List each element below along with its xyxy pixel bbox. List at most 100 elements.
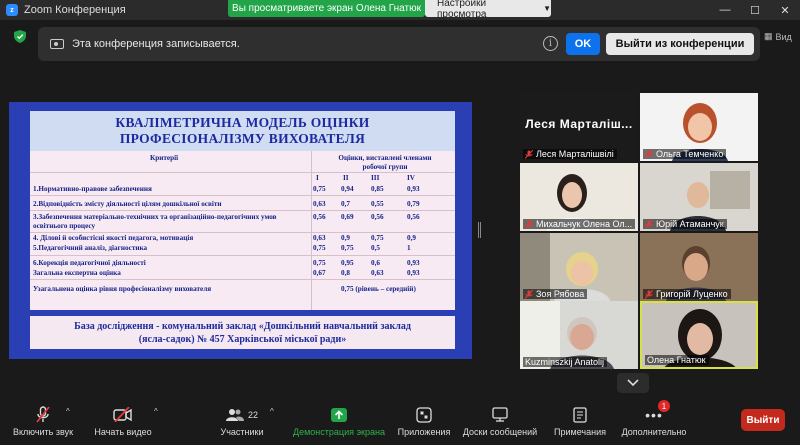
mic-muted-icon	[645, 289, 653, 299]
recording-icon	[50, 39, 64, 49]
score-cell: 0,8	[341, 269, 350, 277]
participants-icon	[225, 408, 244, 421]
panel-resize-handle[interactable]	[478, 222, 481, 238]
info-icon[interactable]: i	[543, 36, 558, 51]
view-settings-label: Настройки просмотра	[437, 0, 487, 20]
shared-screen: КВАЛІМЕТРИЧНА МОДЕЛЬ ОЦІНКИ ПРОФЕСІОНАЛІ…	[9, 102, 472, 359]
ok-button[interactable]: OK	[566, 33, 600, 55]
participant-tile[interactable]: Ольга Темченко	[640, 93, 758, 161]
participant-name-tag: Михальчук Олена Ол...	[523, 219, 636, 229]
participant-tile-active-speaker[interactable]: Олена Гнатюк	[640, 301, 758, 369]
score-cell: 0,55	[371, 200, 384, 208]
participant-tile[interactable]: Михальчук Олена Ол...	[520, 163, 638, 231]
mic-muted-icon	[525, 219, 533, 229]
slide-title-line-2: ПРОФЕСІОНАЛІЗМУ ВИХОВАТЕЛЯ	[119, 131, 366, 146]
participant-name: Олена Гнатюк	[647, 355, 706, 365]
meeting-toolbar: Включить звук ^ Начать видео ^ 22 Участн…	[0, 397, 800, 445]
shield-icon[interactable]	[14, 30, 26, 43]
video-off-icon	[113, 407, 132, 422]
table-divider	[30, 195, 455, 196]
whiteboards-button[interactable]: Доски сообщений	[460, 397, 540, 445]
group-column-header: II	[343, 174, 349, 182]
participant-tile[interactable]: Григорій Луценко	[640, 233, 758, 301]
criterion-label: 1.Нормативно-правове забезпечення	[33, 185, 152, 193]
participant-tile[interactable]: Зоя Рябова	[520, 233, 638, 301]
table-divider	[30, 172, 455, 173]
criterion-label: 4. Ділові й особистісні якості педагога,…	[33, 234, 194, 242]
slide-footer-line-1: База дослідження - комунальний заклад «Д…	[74, 320, 411, 332]
minimize-button[interactable]: —	[710, 0, 740, 20]
participant-name-tag: Леся Марталішвілі	[523, 149, 617, 159]
gallery-scroll-down-button[interactable]	[617, 373, 649, 393]
summary-label: Узагальнена оцінка рівня професіоналізму…	[33, 285, 212, 293]
start-video-label: Начать видео	[94, 427, 152, 437]
score-cell: 0,56	[407, 213, 420, 221]
score-cell: 0,94	[341, 185, 354, 193]
participant-name: Ольга Темченко	[656, 149, 724, 159]
scores-header-line-2: робочої групи	[362, 163, 408, 171]
table-divider	[30, 279, 455, 280]
participant-tile[interactable]: Леся Марталіш... Леся Марталішвілі	[520, 93, 638, 161]
view-settings-dropdown[interactable]: Настройки просмотра ▼	[425, 0, 551, 20]
participants-options-caret[interactable]: ^	[270, 407, 274, 416]
chevron-down-icon	[627, 379, 639, 387]
score-cell: 0,67	[313, 269, 326, 277]
apps-button[interactable]: Приложения	[396, 397, 452, 445]
criterion-label: Загальна експертна оцінка	[33, 269, 121, 277]
notes-button[interactable]: Примечания	[548, 397, 612, 445]
participant-display-name: Леся Марталіш...	[525, 117, 633, 131]
zoom-window: z Zoom Конференция Вы просматриваете экр…	[0, 0, 800, 445]
mic-muted-icon	[525, 289, 533, 299]
share-screen-button[interactable]: Демонстрация экрана	[292, 397, 386, 445]
share-screen-icon	[331, 407, 347, 422]
participant-name: Леся Марталішвілі	[536, 149, 614, 159]
video-options-caret[interactable]: ^	[154, 407, 158, 416]
participants-button[interactable]: 22 Участники	[212, 397, 272, 445]
participant-name-tag: Юрій Атаманчук	[643, 219, 727, 229]
mic-muted-icon	[525, 149, 533, 159]
slide-footer-line-2: (ясла-садок) № 457 Харківської міської р…	[138, 333, 347, 345]
participant-name: Михальчук Олена Ол...	[536, 219, 633, 229]
participant-name: Зоя Рябова	[536, 289, 585, 299]
score-cell: 0,56	[313, 213, 326, 221]
view-toggle-label: Вид	[775, 31, 792, 42]
participant-name-tag: Kuzminszkij Anatolij	[523, 357, 608, 367]
audio-options-caret[interactable]: ^	[66, 407, 70, 416]
participant-tile[interactable]: Kuzminszkij Anatolij	[520, 301, 638, 369]
table-divider	[30, 232, 455, 233]
participants-label: Участники	[220, 427, 264, 437]
score-cell: 0,63	[371, 269, 384, 277]
recording-message: Эта конференция записывается.	[72, 38, 240, 50]
close-button[interactable]: ✕	[770, 0, 800, 20]
score-cell: 0,75	[313, 259, 326, 267]
share-screen-label: Демонстрация экрана	[293, 427, 385, 437]
leave-button[interactable]: Выйти	[741, 409, 785, 431]
table-divider	[30, 255, 455, 256]
score-cell: 0,9	[407, 234, 416, 242]
apps-icon	[416, 406, 432, 423]
scores-header-line-1: Оцінки, виставлені членами	[338, 154, 432, 162]
criterion-label: 3.Забезпечення матеріально-технічних та …	[33, 213, 277, 230]
summary-value: 0,75 (рівень – середній)	[341, 285, 416, 293]
more-button[interactable]: ••• Дополнительно	[616, 397, 692, 445]
slide-title-line-1: КВАЛІМЕТРИЧНА МОДЕЛЬ ОЦІНКИ	[115, 115, 370, 130]
unmute-label: Включить звук	[12, 427, 74, 437]
grid-icon: ▦	[764, 31, 773, 41]
leave-meeting-button[interactable]: Выйти из конференции	[606, 33, 754, 55]
group-column-header: IV	[407, 174, 415, 182]
zoom-logo-icon: z	[6, 4, 18, 16]
score-cell: 0,56	[371, 213, 384, 221]
scores-header: Оцінки, виставлені членами робочої групи	[320, 154, 450, 172]
participants-count: 22	[247, 409, 258, 420]
participant-tile[interactable]: Юрій Атаманчук	[640, 163, 758, 231]
view-toggle[interactable]: ▦ Вид	[764, 31, 792, 42]
score-cell: 0,79	[407, 200, 420, 208]
score-cell: 0,75	[313, 185, 326, 193]
maximize-button[interactable]: ☐	[740, 0, 770, 20]
screen-share-banner: Вы просматриваете экран Олена Гнатюк	[228, 0, 425, 17]
score-cell: 0,85	[371, 185, 384, 193]
start-video-button[interactable]: Начать видео	[90, 397, 156, 445]
score-cell: 0,7	[341, 200, 350, 208]
participant-name-tag: Ольга Темченко	[643, 149, 727, 159]
unmute-button[interactable]: Включить звук	[8, 397, 78, 445]
